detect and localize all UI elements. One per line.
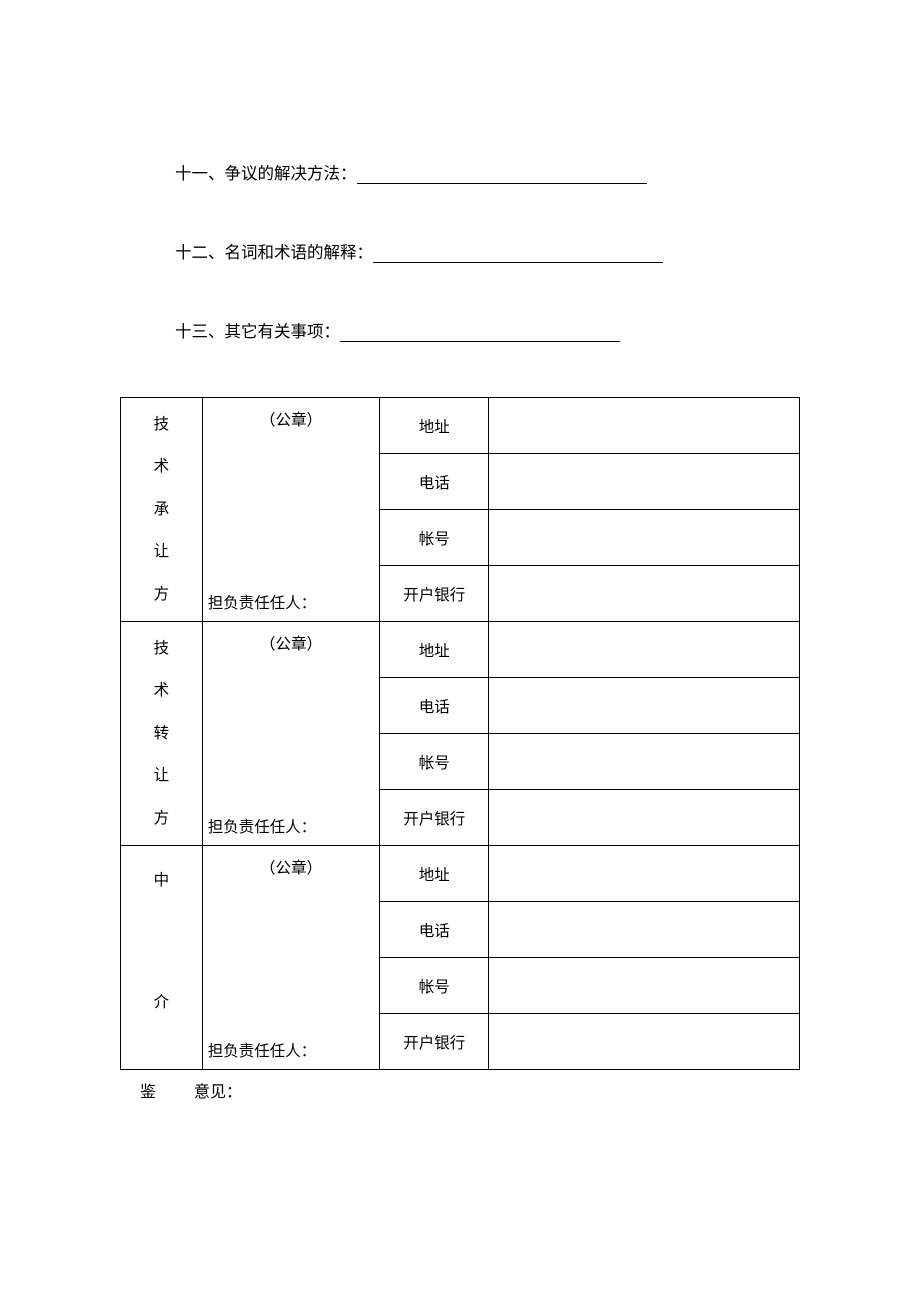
party-0-char-0: 技 xyxy=(154,410,170,439)
party-1-row-3-value[interactable] xyxy=(489,790,800,846)
party-1-char-3: 让 xyxy=(154,761,170,790)
party-1-row-1-value[interactable] xyxy=(489,678,800,734)
party-2-responsible-label: 担负责任任人： xyxy=(208,1039,317,1061)
party-1-row-1-label: 电话 xyxy=(380,678,489,734)
clause-13-label: 十三、其它有关事项： xyxy=(175,322,340,341)
clause-13: 十三、其它有关事项： xyxy=(110,318,810,342)
footer-part1: 鉴 xyxy=(140,1084,156,1101)
party-2-row-1-value[interactable] xyxy=(489,902,800,958)
party-1-row-3-label: 开户银行 xyxy=(380,790,489,846)
party-0-row-0-label: 地址 xyxy=(380,398,489,454)
party-0-char-4: 方 xyxy=(154,580,170,609)
party-1-char-1: 术 xyxy=(154,676,170,705)
party-2-seal-label: （公章） xyxy=(208,856,375,878)
footer-part2: 意见： xyxy=(194,1084,242,1101)
party-0-char-3: 让 xyxy=(154,537,170,566)
clause-12-label: 十二、名词和术语的解释： xyxy=(175,243,373,262)
party-1-row-2-value[interactable] xyxy=(489,734,800,790)
party-1-char-4: 方 xyxy=(154,804,170,833)
party-1-responsible-label: 担负责任任人： xyxy=(208,815,317,837)
party-1-char-0: 技 xyxy=(154,634,170,663)
party-2-seal-cell: （公章） 担负责任任人： xyxy=(202,846,380,1070)
party-0-row-1-value[interactable] xyxy=(489,454,800,510)
party-0-char-1: 术 xyxy=(154,452,170,481)
clause-11-blank[interactable] xyxy=(357,183,647,184)
party-1-seal-cell: （公章） 担负责任任人： xyxy=(202,622,380,846)
party-1-row-2-label: 帐号 xyxy=(380,734,489,790)
clause-12-blank[interactable] xyxy=(373,262,663,263)
party-2-row-2-label: 帐号 xyxy=(380,958,489,1014)
party-2-row-3-value[interactable] xyxy=(489,1014,800,1070)
party-0-char-2: 承 xyxy=(154,495,170,524)
party-1-seal-label: （公章） xyxy=(208,632,375,654)
party-2-char-3: 介 xyxy=(154,988,170,1017)
party-0-row-2-label: 帐号 xyxy=(380,510,489,566)
party-0-seal-cell: （公章） 担负责任任人： xyxy=(202,398,380,622)
party-0-row-0-value[interactable] xyxy=(489,398,800,454)
party-2-row-0-label: 地址 xyxy=(380,846,489,902)
party-0-seal-label: （公章） xyxy=(208,408,375,430)
clause-12: 十二、名词和术语的解释： xyxy=(110,239,810,263)
party-2-row-1-label: 电话 xyxy=(380,902,489,958)
clause-13-blank[interactable] xyxy=(340,341,620,342)
party-2-char-0: 中 xyxy=(154,866,170,895)
footer-opinion: 鉴 意见： xyxy=(110,1078,810,1102)
party-0-responsible-label: 担负责任任人： xyxy=(208,591,317,613)
party-0-row-3-value[interactable] xyxy=(489,566,800,622)
party-0-name: 技 术 承 让 方 xyxy=(121,398,203,622)
party-2-row-3-label: 开户银行 xyxy=(380,1014,489,1070)
party-1-char-2: 转 xyxy=(154,719,170,748)
party-0-row-1-label: 电话 xyxy=(380,454,489,510)
party-0-row-2-value[interactable] xyxy=(489,510,800,566)
clause-11-label: 十一、争议的解决方法： xyxy=(175,164,357,183)
contract-page: 十一、争议的解决方法： 十二、名词和术语的解释： 十三、其它有关事项： 技 术 … xyxy=(0,0,920,1102)
party-1-row-0-label: 地址 xyxy=(380,622,489,678)
party-2-row-2-value[interactable] xyxy=(489,958,800,1014)
party-0-row-3-label: 开户银行 xyxy=(380,566,489,622)
signature-table: 技 术 承 让 方 （公章） 担负责任任人： 地址 电话 帐号 开户银行 xyxy=(120,397,800,1070)
party-2-name: 中 介 xyxy=(121,846,203,1070)
party-1-row-0-value[interactable] xyxy=(489,622,800,678)
clause-11: 十一、争议的解决方法： xyxy=(110,160,810,184)
party-2-row-0-value[interactable] xyxy=(489,846,800,902)
party-1-name: 技 术 转 让 方 xyxy=(121,622,203,846)
